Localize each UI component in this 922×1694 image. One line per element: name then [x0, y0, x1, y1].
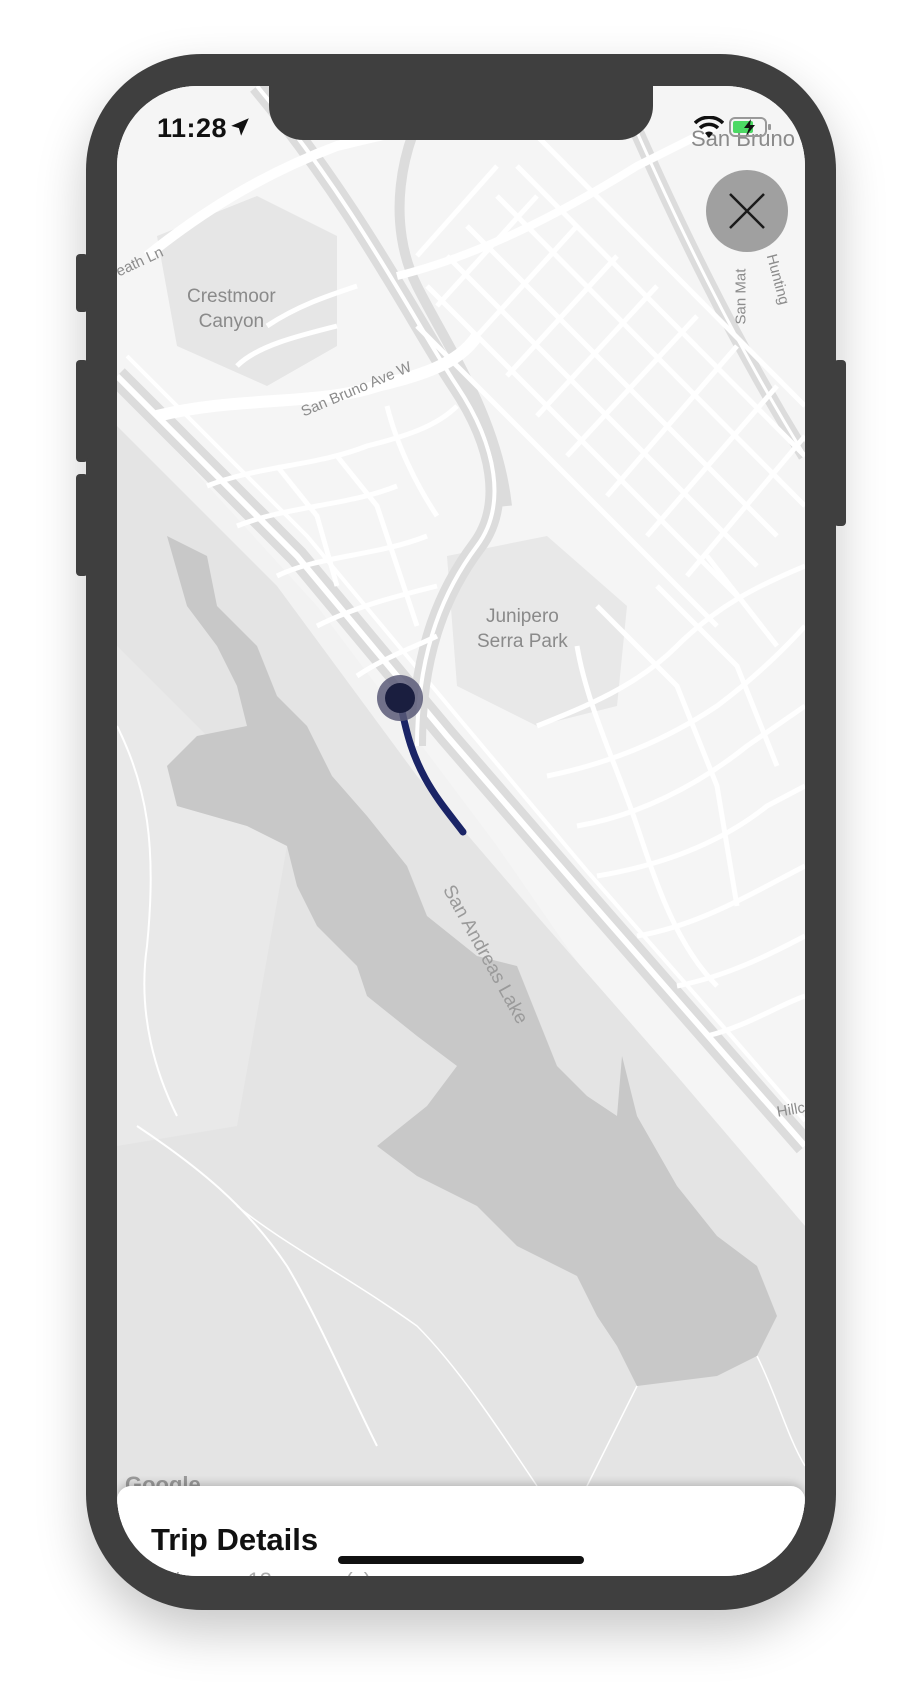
map-label-junipero-serra-park: Junipero Serra Park [477, 606, 568, 652]
home-indicator[interactable] [338, 1556, 584, 1564]
side-button-power [834, 360, 846, 526]
side-button-volume-down [76, 474, 88, 576]
close-button[interactable] [706, 170, 788, 252]
map-label-crestmoor-canyon: Crestmoor Canyon [187, 286, 276, 332]
side-button-mute [76, 254, 88, 312]
battery-charging-icon [729, 117, 771, 137]
device-notch [269, 86, 653, 140]
trip-details-subtitle: ...time: ... 13 ... ... ...(s) [151, 1568, 371, 1576]
wifi-icon [694, 116, 724, 138]
close-icon [729, 193, 765, 229]
road-label-san-mateo: San Mat [732, 268, 750, 325]
location-arrow-icon [231, 118, 249, 136]
trip-details-title: Trip Details [151, 1522, 319, 1557]
side-button-volume-up [76, 360, 88, 462]
status-time: 11:28 [157, 113, 228, 143]
screen: Crestmoor Canyon Junipero Serra Park San… [117, 86, 805, 1576]
location-marker-dot [385, 683, 415, 713]
